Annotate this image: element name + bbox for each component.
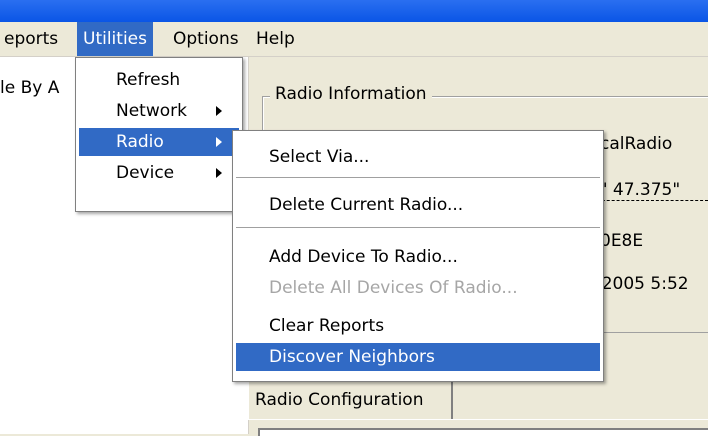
chevron-right-icon xyxy=(216,106,222,116)
radio-submenu: Select Via... Delete Current Radio... Ad… xyxy=(232,130,604,382)
left-pane-text: le By A xyxy=(0,78,60,98)
menu-help[interactable]: Help xyxy=(250,22,301,56)
menu-item-radio[interactable]: Radio xyxy=(79,128,239,156)
chevron-right-icon xyxy=(216,137,222,147)
utilities-menu: Refresh Network Radio Device xyxy=(75,57,243,212)
radio-id-value: 0E8E xyxy=(600,231,644,251)
radio-name-value: calRadio xyxy=(600,134,673,154)
tab-panel-content xyxy=(258,428,708,436)
title-bar xyxy=(0,0,708,22)
menu-item-refresh[interactable]: Refresh xyxy=(76,66,242,94)
radio-location-value: 3' 47.375" xyxy=(592,180,708,201)
menu-utilities[interactable]: Utilities xyxy=(77,22,153,56)
radio-date-value: /2005 5:52 xyxy=(596,274,689,294)
chevron-right-icon xyxy=(216,168,222,178)
menu-item-delete-current-radio[interactable]: Delete Current Radio... xyxy=(233,191,603,219)
menu-item-network[interactable]: Network xyxy=(76,97,242,125)
radio-information-label: Radio Information xyxy=(270,84,432,104)
menu-reports[interactable]: eports xyxy=(0,22,64,56)
menu-separator xyxy=(236,227,600,229)
menu-separator xyxy=(236,177,600,179)
menu-item-discover-neighbors[interactable]: Discover Neighbors xyxy=(236,343,600,371)
menu-options[interactable]: Options xyxy=(167,22,245,56)
menu-bar: eports Utilities Options Help xyxy=(0,22,708,57)
menu-item-add-device-to-radio[interactable]: Add Device To Radio... xyxy=(233,243,603,271)
menu-item-delete-all-devices: Delete All Devices Of Radio... xyxy=(269,278,518,298)
tab-radio-configuration[interactable]: Radio Configuration xyxy=(248,381,453,419)
menu-item-clear-reports[interactable]: Clear Reports xyxy=(233,312,603,340)
menu-item-select-via[interactable]: Select Via... xyxy=(233,143,603,171)
menu-item-device[interactable]: Device xyxy=(76,159,242,187)
